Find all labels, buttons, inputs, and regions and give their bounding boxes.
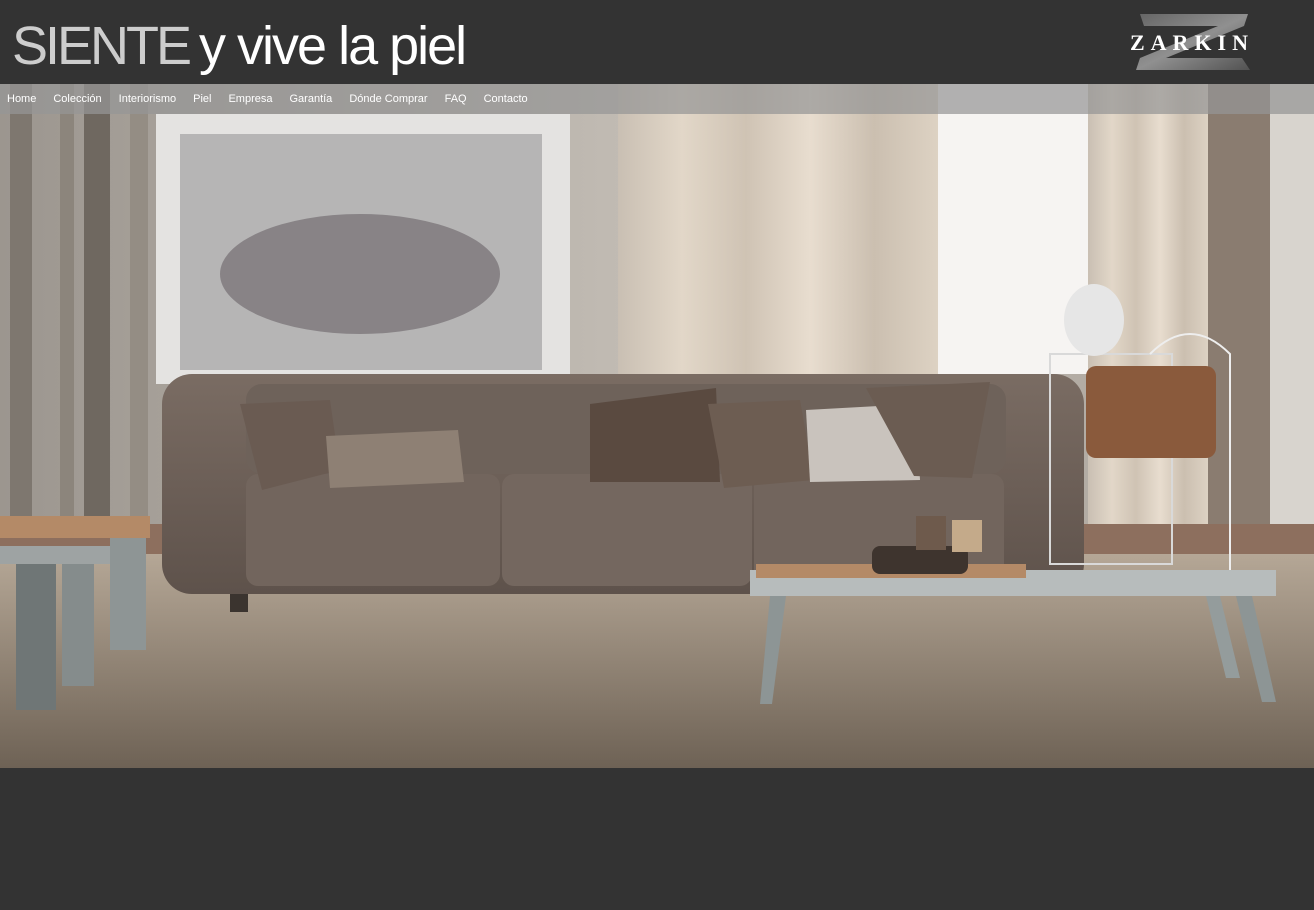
tagline-siente: SIENTE: [12, 16, 192, 76]
logo-wordmark: ZARKIN: [1129, 30, 1254, 55]
nav-contacto-link[interactable]: Contacto: [484, 93, 528, 105]
nav-interiorismo-link[interactable]: Interiorismo: [119, 93, 176, 105]
site-header: SIENTE y vive la piel ZARKIN: [0, 0, 1314, 84]
nav-empresa-link[interactable]: Empresa: [228, 93, 272, 105]
nav-home-link[interactable]: Home: [7, 93, 36, 105]
hero-image: [0, 84, 1314, 768]
nav-donde-comprar-link[interactable]: Dónde Comprar: [349, 93, 427, 105]
nav-piel-link[interactable]: Piel: [193, 93, 211, 105]
tagline-rest: y vive la piel: [199, 16, 467, 76]
nav-faq-link[interactable]: FAQ: [445, 93, 467, 105]
main-navigation: Home Colección Interiorismo Piel Empresa…: [0, 84, 1314, 114]
page-footer-area: [0, 768, 1314, 910]
living-room-photo: [0, 84, 1314, 768]
nav-coleccion-link[interactable]: Colección: [53, 93, 101, 105]
nav-garantia-link[interactable]: Garantía: [290, 93, 333, 105]
zarkin-logo[interactable]: ZARKIN: [1096, 12, 1288, 72]
site-tagline: SIENTE y vive la piel: [12, 14, 467, 78]
